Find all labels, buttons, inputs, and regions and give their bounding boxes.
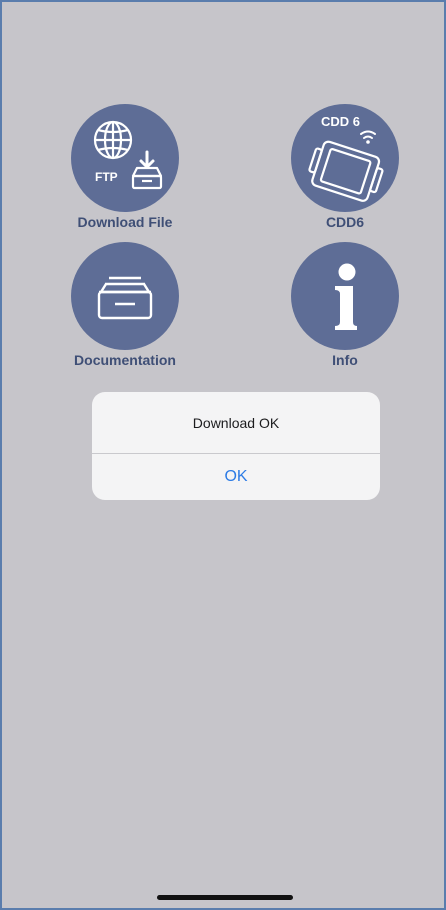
- ftp-badge-text: FTP: [95, 170, 118, 184]
- home-indicator[interactable]: [157, 895, 293, 900]
- document-tray-icon: [97, 276, 153, 320]
- alert-message: Download OK: [192, 414, 280, 431]
- alert-ok-button[interactable]: OK: [92, 454, 380, 500]
- documentation-label: Documentation: [74, 352, 176, 368]
- documentation-circle[interactable]: [71, 242, 179, 350]
- download-file-circle[interactable]: FTP: [71, 104, 179, 212]
- info-label: Info: [332, 352, 358, 368]
- info-tile[interactable]: Info: [270, 242, 420, 368]
- cdd6-tile[interactable]: CDD 6 CDD6: [270, 104, 420, 230]
- cdd6-label: CDD6: [325, 214, 365, 230]
- download-file-label: Download File: [77, 214, 173, 230]
- download-alert-dialog: Download OK OK: [92, 392, 380, 500]
- ftp-download-icon: [93, 120, 163, 190]
- cdd6-badge-text: CDD 6: [321, 114, 361, 129]
- cdd6-circle[interactable]: CDD 6: [291, 104, 399, 212]
- info-icon: [335, 263, 357, 330]
- app-screen: FTP Download File CDD 6 CDD6 Documentati…: [0, 0, 446, 910]
- download-file-tile[interactable]: FTP Download File: [50, 104, 200, 230]
- documentation-tile[interactable]: Documentation: [50, 242, 200, 368]
- info-circle[interactable]: [291, 242, 399, 350]
